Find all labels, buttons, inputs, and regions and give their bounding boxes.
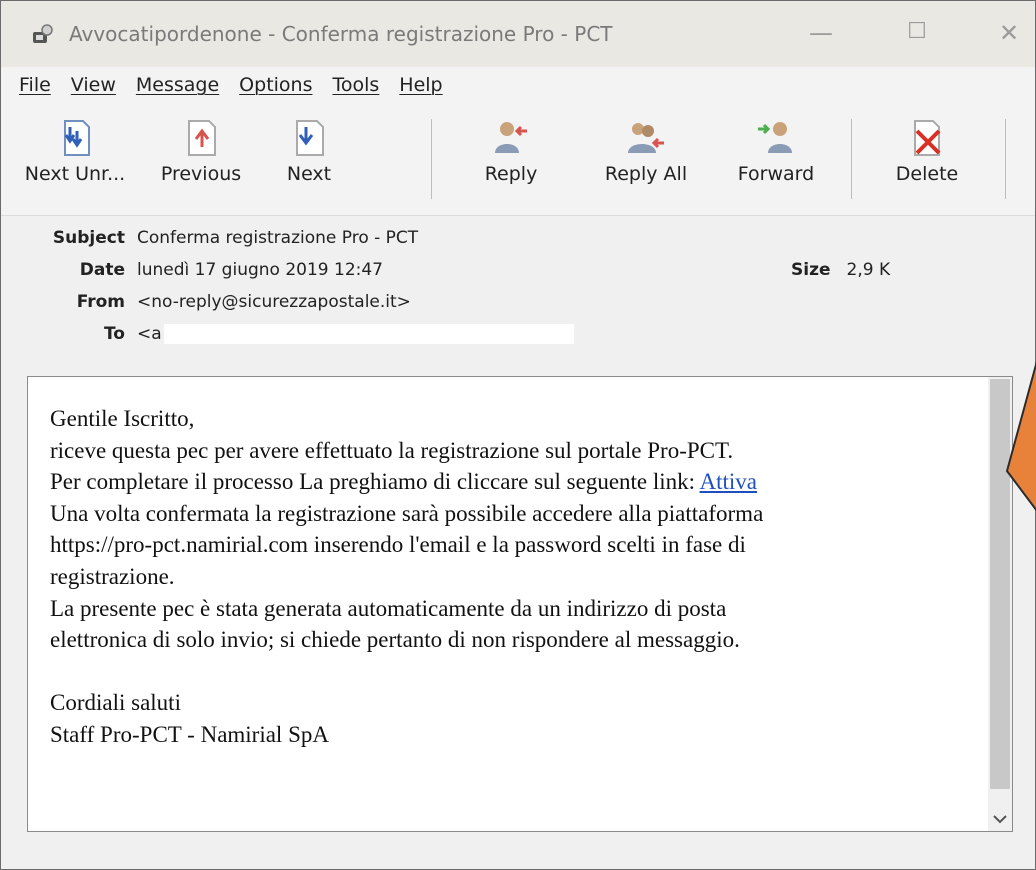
delete-label: Delete (895, 163, 959, 185)
forward-label: Forward (737, 163, 815, 185)
maximize-button[interactable]: ☐ (897, 19, 937, 44)
from-row: From <no-reply@sicurezzapostale.it> (1, 292, 411, 312)
next-button[interactable]: Next (249, 117, 369, 185)
toolbar-separator (431, 119, 432, 199)
forward-button[interactable]: Forward (716, 117, 836, 185)
menu-tools[interactable]: Tools (332, 74, 379, 96)
body-line-text: Per completare il processo La preghiamo … (50, 469, 700, 495)
body-line: Per completare il processo La preghiamo … (50, 466, 763, 498)
subject-label: Subject (52, 228, 125, 248)
reply-all-icon (628, 123, 664, 153)
next-icon (296, 120, 324, 156)
previous-button[interactable]: Previous (141, 117, 261, 185)
title-bar[interactable]: Avvocatipordenone - Conferma registrazio… (1, 1, 1035, 67)
redacted-address (163, 324, 574, 344)
reply-icon (495, 122, 527, 153)
from-label: From (76, 292, 125, 312)
chevron-down-icon[interactable] (992, 813, 1008, 825)
body-line: Gentile Iscritto, (50, 406, 195, 431)
reply-label: Reply (484, 163, 538, 185)
menu-help[interactable]: Help (399, 74, 442, 96)
body-line: La presente pec è stata generata automat… (50, 595, 727, 621)
next-label: Next (286, 163, 332, 185)
menu-file[interactable]: File (19, 74, 51, 96)
size-label: Size (791, 260, 831, 280)
menu-view[interactable]: View (71, 74, 116, 96)
size-value: 2,9 K (846, 260, 891, 280)
minimize-button[interactable]: — (801, 19, 841, 47)
previous-label: Previous (160, 163, 242, 185)
date-value: lunedì 17 giugno 2019 12:47 (137, 260, 384, 280)
subject-value: Conferma registrazione Pro - PCT (137, 228, 419, 248)
body-line: Staff Pro-PCT - Namirial SpA (50, 721, 329, 747)
window-title: Avvocatipordenone - Conferma registrazio… (69, 22, 613, 46)
body-line: Cordiali saluti (50, 690, 181, 716)
next-unread-button[interactable]: Next Unr... (15, 117, 135, 185)
close-button[interactable]: ✕ (989, 19, 1029, 47)
to-row: To <a (1, 324, 574, 344)
body-line: elettronica di solo invio; si chiede per… (50, 627, 740, 653)
previous-icon (188, 120, 216, 156)
next-unread-icon (64, 120, 90, 156)
reply-button[interactable]: Reply (451, 117, 571, 185)
date-row: Date lunedì 17 giugno 2019 12:47 (1, 260, 383, 280)
message-body[interactable]: Gentile Iscritto, riceve questa pec per … (27, 376, 1013, 832)
body-line: Una volta confermata la registrazione sa… (50, 500, 764, 526)
reply-all-label: Reply All (604, 163, 688, 185)
subject-row: Subject Conferma registrazione Pro - PCT (1, 228, 418, 248)
menu-bar: File View Message Options Tools Help (1, 67, 1035, 103)
forward-icon (758, 122, 792, 153)
body-line: riceve questa pec per avere effettuato l… (50, 437, 734, 463)
size-row: Size 2,9 K (791, 260, 890, 280)
body-line: registrazione. (50, 563, 175, 589)
message-window: Avvocatipordenone - Conferma registrazio… (0, 0, 1036, 870)
next-unread-label: Next Unr... (24, 163, 126, 185)
menu-options[interactable]: Options (239, 74, 312, 96)
delete-button[interactable]: Delete (867, 117, 987, 185)
body-line: https://pro-pct.namirial.com inserendo l… (50, 532, 746, 558)
toolbar-separator (1005, 119, 1006, 199)
from-value: <no-reply@sicurezzapostale.it> (137, 292, 411, 312)
to-label: To (103, 324, 125, 344)
message-text: Gentile Iscritto, riceve questa pec per … (50, 403, 763, 751)
menu-message[interactable]: Message (136, 74, 219, 96)
activate-link[interactable]: Attiva (700, 469, 758, 494)
annotation-arrow-icon (1005, 361, 1036, 511)
mail-app-icon (33, 24, 53, 43)
message-headers: Subject Conferma registrazione Pro - PCT… (1, 216, 1035, 366)
reply-all-button[interactable]: Reply All (586, 117, 706, 185)
toolbar: Next Unr... Previous Next Reply Reply Al… (1, 103, 1035, 216)
to-value: <a (137, 324, 162, 344)
toolbar-separator (851, 119, 852, 199)
date-label: Date (79, 260, 125, 280)
body-line (50, 656, 763, 688)
delete-icon (914, 120, 941, 156)
